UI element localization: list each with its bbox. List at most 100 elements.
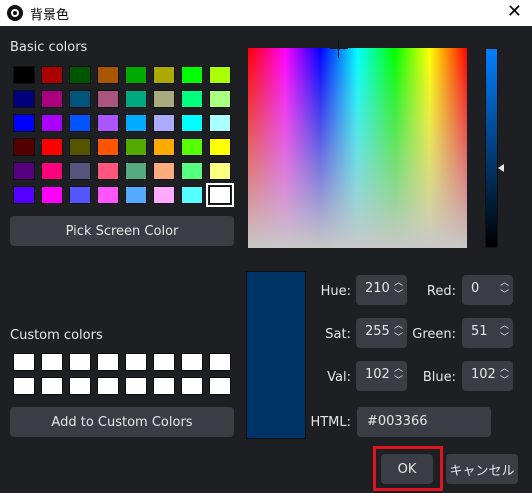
val-spinbox[interactable]: 102 ︿ ﹀ bbox=[356, 361, 407, 391]
custom-color-swatch[interactable] bbox=[41, 377, 63, 395]
custom-color-swatch[interactable] bbox=[125, 353, 147, 371]
green-spinbox[interactable]: 51 ︿ ﹀ bbox=[462, 318, 513, 348]
basic-color-swatch[interactable] bbox=[97, 114, 119, 132]
hue-saturation-picker[interactable] bbox=[248, 48, 467, 248]
basic-color-swatch[interactable] bbox=[97, 66, 119, 84]
basic-color-swatch[interactable] bbox=[69, 138, 91, 156]
chevron-down-icon[interactable]: ﹀ bbox=[500, 334, 509, 343]
chevron-up-icon[interactable]: ︿ bbox=[500, 279, 509, 288]
custom-color-swatch[interactable] bbox=[181, 353, 203, 371]
custom-color-swatch[interactable] bbox=[153, 377, 175, 395]
current-color-preview bbox=[246, 271, 306, 439]
custom-color-swatch[interactable] bbox=[41, 353, 63, 371]
cancel-button[interactable]: キャンセル bbox=[446, 454, 518, 484]
basic-color-swatch[interactable] bbox=[209, 90, 231, 108]
basic-color-swatch[interactable] bbox=[125, 162, 147, 180]
chevron-up-icon[interactable]: ︿ bbox=[394, 279, 403, 288]
basic-color-swatch[interactable] bbox=[206, 183, 234, 207]
custom-color-swatch[interactable] bbox=[97, 353, 119, 371]
sat-value: 255 bbox=[365, 324, 390, 339]
basic-color-swatch[interactable] bbox=[125, 66, 147, 84]
custom-color-swatch[interactable] bbox=[209, 377, 231, 395]
basic-color-swatch[interactable] bbox=[13, 90, 35, 108]
basic-color-swatch[interactable] bbox=[97, 90, 119, 108]
custom-color-swatch[interactable] bbox=[181, 377, 203, 395]
blue-spinbox[interactable]: 102 ︿ ﹀ bbox=[462, 361, 513, 391]
val-value: 102 bbox=[365, 367, 390, 382]
basic-color-swatch[interactable] bbox=[181, 186, 203, 204]
basic-color-swatch[interactable] bbox=[153, 66, 175, 84]
basic-color-swatch[interactable] bbox=[69, 114, 91, 132]
custom-color-swatch[interactable] bbox=[125, 377, 147, 395]
chevron-down-icon[interactable]: ﹀ bbox=[394, 291, 403, 300]
basic-color-swatch[interactable] bbox=[125, 114, 147, 132]
basic-color-swatch[interactable] bbox=[41, 162, 63, 180]
basic-color-swatch[interactable] bbox=[125, 186, 147, 204]
basic-color-swatch[interactable] bbox=[41, 186, 63, 204]
basic-color-swatch[interactable] bbox=[13, 114, 35, 132]
custom-color-swatch[interactable] bbox=[13, 377, 35, 395]
basic-color-swatch[interactable] bbox=[69, 66, 91, 84]
hue-spinbox[interactable]: 210 ︿ ﹀ bbox=[356, 275, 407, 305]
custom-color-swatch[interactable] bbox=[69, 353, 91, 371]
sat-label: Sat: bbox=[325, 327, 351, 342]
custom-color-swatch[interactable] bbox=[209, 353, 231, 371]
basic-color-swatch[interactable] bbox=[209, 138, 231, 156]
chevron-up-icon[interactable]: ︿ bbox=[394, 322, 403, 331]
basic-color-swatch[interactable] bbox=[69, 162, 91, 180]
pick-screen-color-button[interactable]: Pick Screen Color bbox=[10, 216, 234, 246]
custom-color-swatch[interactable] bbox=[153, 353, 175, 371]
basic-color-swatch[interactable] bbox=[13, 66, 35, 84]
add-to-custom-colors-button[interactable]: Add to Custom Colors bbox=[10, 407, 234, 437]
basic-color-swatch[interactable] bbox=[97, 162, 119, 180]
basic-color-swatch[interactable] bbox=[125, 138, 147, 156]
basic-color-swatch[interactable] bbox=[69, 90, 91, 108]
chevron-down-icon[interactable]: ﹀ bbox=[394, 377, 403, 386]
chevron-down-icon[interactable]: ﹀ bbox=[394, 334, 403, 343]
basic-color-swatch[interactable] bbox=[153, 162, 175, 180]
basic-color-swatch[interactable] bbox=[181, 162, 203, 180]
basic-color-swatch[interactable] bbox=[181, 66, 203, 84]
custom-color-swatch[interactable] bbox=[69, 377, 91, 395]
basic-color-swatch[interactable] bbox=[181, 90, 203, 108]
basic-color-swatch[interactable] bbox=[41, 138, 63, 156]
chevron-up-icon[interactable]: ︿ bbox=[500, 365, 509, 374]
sat-spinbox[interactable]: 255 ︿ ﹀ bbox=[356, 318, 407, 348]
blue-value: 102 bbox=[471, 367, 496, 382]
basic-color-swatch[interactable] bbox=[41, 66, 63, 84]
basic-color-swatch[interactable] bbox=[125, 90, 147, 108]
close-icon[interactable]: ✕ bbox=[507, 1, 522, 22]
basic-color-swatch[interactable] bbox=[209, 114, 231, 132]
chevron-up-icon[interactable]: ︿ bbox=[500, 322, 509, 331]
basic-color-swatch[interactable] bbox=[41, 90, 63, 108]
ok-button-highlight bbox=[373, 446, 443, 491]
basic-color-swatch[interactable] bbox=[153, 138, 175, 156]
chevron-down-icon[interactable]: ﹀ bbox=[500, 377, 509, 386]
custom-color-swatch[interactable] bbox=[13, 353, 35, 371]
basic-color-swatch[interactable] bbox=[13, 186, 35, 204]
chevron-down-icon[interactable]: ﹀ bbox=[500, 291, 509, 300]
basic-color-swatch[interactable] bbox=[209, 162, 231, 180]
hue-value: 210 bbox=[365, 281, 390, 296]
basic-color-swatch[interactable] bbox=[181, 114, 203, 132]
chevron-up-icon[interactable]: ︿ bbox=[394, 365, 403, 374]
basic-color-swatch[interactable] bbox=[153, 90, 175, 108]
value-slider-indicator[interactable] bbox=[498, 164, 504, 172]
basic-color-swatch[interactable] bbox=[153, 114, 175, 132]
basic-color-swatch[interactable] bbox=[181, 138, 203, 156]
basic-color-swatch[interactable] bbox=[209, 66, 231, 84]
custom-colors-label: Custom colors bbox=[10, 328, 103, 343]
basic-color-swatch[interactable] bbox=[69, 186, 91, 204]
value-slider[interactable] bbox=[485, 48, 498, 248]
basic-color-swatch[interactable] bbox=[153, 186, 175, 204]
basic-color-swatch[interactable] bbox=[13, 162, 35, 180]
red-label: Red: bbox=[426, 284, 456, 299]
custom-color-swatch[interactable] bbox=[97, 377, 119, 395]
basic-color-swatch[interactable] bbox=[97, 186, 119, 204]
red-spinbox[interactable]: 0 ︿ ﹀ bbox=[462, 275, 513, 305]
basic-color-swatch[interactable] bbox=[97, 138, 119, 156]
basic-color-swatch[interactable] bbox=[13, 138, 35, 156]
basic-color-swatch[interactable] bbox=[41, 114, 63, 132]
custom-colors-grid bbox=[13, 353, 231, 395]
html-color-input[interactable]: #003366 bbox=[357, 407, 491, 437]
